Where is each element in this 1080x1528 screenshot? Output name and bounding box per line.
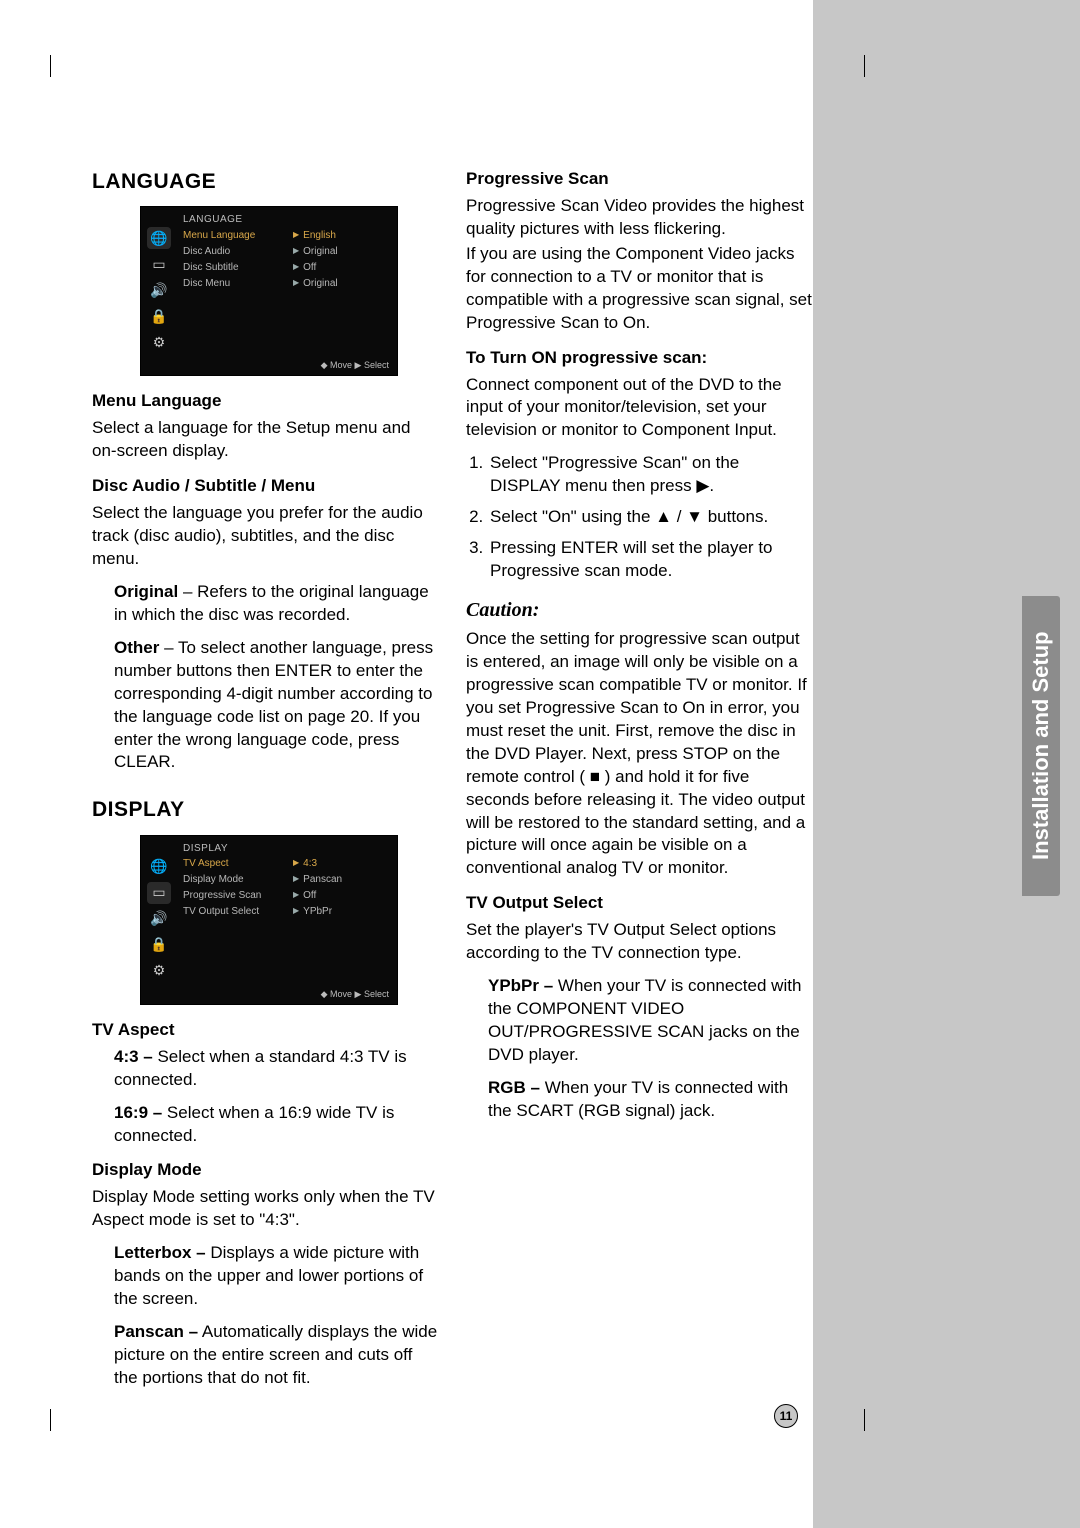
- others-tab-icon: ⚙: [147, 960, 171, 982]
- paragraph: 16:9 – Select when a 16:9 wide TV is con…: [92, 1102, 438, 1148]
- paragraph: Original – Refers to the original langua…: [92, 581, 438, 627]
- osd-title: DISPLAY: [183, 842, 228, 856]
- list-item: Pressing ENTER will set the player to Pr…: [488, 537, 812, 583]
- paragraph: Select the language you prefer for the a…: [92, 502, 438, 571]
- osd-row: Display Mode▶Panscan: [183, 872, 391, 888]
- paragraph: YPbPr – When your TV is connected with t…: [466, 975, 812, 1067]
- subhead-turn-on-prog: To Turn ON progressive scan:: [466, 347, 812, 370]
- subhead-tv-aspect: TV Aspect: [92, 1019, 438, 1042]
- paragraph: Progressive Scan Video provides the high…: [466, 195, 812, 241]
- crop-mark: [50, 1409, 51, 1431]
- osd-row: Disc Subtitle▶Off: [183, 259, 391, 275]
- osd-row: Menu Language▶English: [183, 227, 391, 243]
- paragraph: Once the setting for progressive scan ou…: [466, 628, 812, 880]
- crop-mark: [50, 55, 51, 77]
- osd-row: Disc Menu▶Original: [183, 275, 391, 291]
- osd-rows: TV Aspect▶4:3 Display Mode▶Panscan Progr…: [183, 856, 391, 920]
- display-tab-icon: ▭: [147, 882, 171, 904]
- osd-row: TV Output Select▶YPbPr: [183, 904, 391, 920]
- language-tab-icon: 🌐: [147, 227, 171, 249]
- paragraph: Panscan – Automatically displays the wid…: [92, 1321, 438, 1390]
- lock-tab-icon: 🔒: [147, 305, 171, 327]
- paragraph: RGB – When your TV is connected with the…: [466, 1077, 812, 1123]
- body-columns: LANGUAGE LANGUAGE 🌐 ▭ 🔊 🔒 ⚙ Menu Languag…: [92, 168, 812, 1400]
- osd-language-menu: LANGUAGE 🌐 ▭ 🔊 🔒 ⚙ Menu Language▶English…: [140, 206, 398, 376]
- heading-display: DISPLAY: [92, 796, 438, 824]
- osd-rows: Menu Language▶English Disc Audio▶Origina…: [183, 227, 391, 291]
- osd-row: Progressive Scan▶Off: [183, 888, 391, 904]
- paragraph: Letterbox – Displays a wide picture with…: [92, 1242, 438, 1311]
- subhead-disc-audio: Disc Audio / Subtitle / Menu: [92, 475, 438, 498]
- subhead-menu-language: Menu Language: [92, 390, 438, 413]
- caution-heading: Caution:: [466, 597, 812, 624]
- heading-language: LANGUAGE: [92, 168, 438, 196]
- subhead-progressive-scan: Progressive Scan: [466, 168, 812, 191]
- paragraph: Connect component out of the DVD to the …: [466, 374, 812, 443]
- osd-display-menu: DISPLAY 🌐 ▭ 🔊 🔒 ⚙ TV Aspect▶4:3 Display …: [140, 835, 398, 1005]
- audio-tab-icon: 🔊: [147, 279, 171, 301]
- subhead-tv-output: TV Output Select: [466, 892, 812, 915]
- paragraph: Set the player's TV Output Select option…: [466, 919, 812, 965]
- osd-row: TV Aspect▶4:3: [183, 856, 391, 872]
- audio-tab-icon: 🔊: [147, 908, 171, 930]
- subhead-display-mode: Display Mode: [92, 1159, 438, 1182]
- display-tab-icon: ▭: [147, 253, 171, 275]
- page-frame: 11 LANGUAGE LANGUAGE 🌐 ▭ 🔊 🔒 ⚙ Menu Lang…: [50, 55, 813, 1431]
- osd-sidebar-icons: 🌐 ▭ 🔊 🔒 ⚙: [147, 227, 175, 357]
- osd-row: Disc Audio▶Original: [183, 243, 391, 259]
- paragraph: Other – To select another language, pres…: [92, 637, 438, 775]
- osd-title: LANGUAGE: [183, 213, 243, 227]
- list-item: Select "Progressive Scan" on the DISPLAY…: [488, 452, 812, 498]
- lock-tab-icon: 🔒: [147, 934, 171, 956]
- list-item: Select "On" using the ▲ / ▼ buttons.: [488, 506, 812, 529]
- osd-footer-hint: ◆ Move ▶ Select: [321, 359, 389, 371]
- language-tab-icon: 🌐: [147, 856, 171, 878]
- side-thumb-tab: Installation and Setup: [813, 0, 1080, 1528]
- crop-mark: [864, 1409, 865, 1431]
- crop-mark: [864, 55, 865, 77]
- section-tab-label: Installation and Setup: [1022, 596, 1060, 896]
- paragraph: Display Mode setting works only when the…: [92, 1186, 438, 1232]
- paragraph: 4:3 – Select when a standard 4:3 TV is c…: [92, 1046, 438, 1092]
- osd-footer-hint: ◆ Move ▶ Select: [321, 988, 389, 1000]
- ordered-list: Select "Progressive Scan" on the DISPLAY…: [466, 452, 812, 583]
- osd-sidebar-icons: 🌐 ▭ 🔊 🔒 ⚙: [147, 856, 175, 986]
- paragraph: Select a language for the Setup menu and…: [92, 417, 438, 463]
- page-number-badge: 11: [774, 1404, 798, 1428]
- paragraph: If you are using the Component Video jac…: [466, 243, 812, 335]
- right-column: Progressive Scan Progressive Scan Video …: [466, 168, 812, 1400]
- left-column: LANGUAGE LANGUAGE 🌐 ▭ 🔊 🔒 ⚙ Menu Languag…: [92, 168, 438, 1400]
- others-tab-icon: ⚙: [147, 331, 171, 353]
